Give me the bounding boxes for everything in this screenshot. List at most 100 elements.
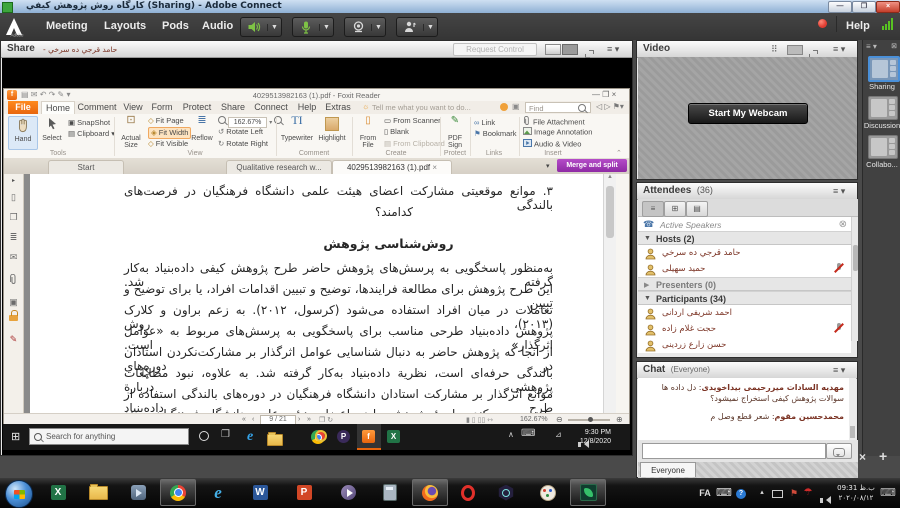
tray-chevron-icon[interactable]: ∧	[508, 430, 514, 439]
zoom-control[interactable]: 162.67% ▾	[218, 116, 283, 128]
first-page-icon[interactable]: «	[242, 416, 246, 423]
hosts-collapse-icon[interactable]: ▼	[644, 235, 651, 242]
edge-icon[interactable]: e	[247, 426, 253, 448]
find-nav-icons[interactable]: ◁ ▷ ⚑▾	[596, 102, 624, 111]
typewriter-button[interactable]: TI Typewriter	[280, 114, 314, 148]
find-search-icon[interactable]	[578, 104, 586, 112]
blank-button[interactable]: ▯ Blank	[384, 127, 409, 137]
hand-tool-button[interactable]: Hand	[8, 116, 38, 150]
chat-scrollbar[interactable]	[849, 378, 856, 440]
fit-visible-button[interactable]: ◇ Fit Visible	[148, 139, 188, 149]
zoom-out-button[interactable]: ⊖	[556, 415, 563, 424]
mic-button[interactable]: ▼	[292, 17, 334, 37]
share-view2-icon[interactable]	[562, 44, 578, 55]
chat-scroll-thumb[interactable]	[850, 426, 855, 438]
link-button[interactable]: ∞ Link	[474, 118, 495, 128]
merge-split-banner[interactable]: Merge and split PDFs	[557, 159, 627, 182]
inner-network-icon[interactable]: ⊿	[555, 430, 562, 439]
attendee-row[interactable]: حمید سهیلی	[638, 261, 851, 277]
camera-icon[interactable]: ▣	[512, 102, 520, 111]
zoom-value[interactable]: 162.67%	[228, 116, 268, 128]
attendee-status-view-button[interactable]: ▤	[686, 201, 708, 217]
doc-tab-qualitative[interactable]: Qualitative research w...	[226, 160, 332, 175]
video-grid-icon[interactable]: ⠿	[771, 44, 778, 55]
video-pod-menu-icon[interactable]: ≡ ▾	[833, 44, 845, 55]
attendees-scrollbar[interactable]	[851, 217, 858, 341]
start-button[interactable]	[5, 480, 33, 508]
next-page-icon[interactable]: ›	[298, 416, 300, 423]
inner-start-icon[interactable]: ⊞	[11, 430, 20, 443]
add-pod-icon[interactable]: +	[879, 448, 887, 464]
tab-connect[interactable]: Connect	[249, 101, 293, 114]
p-app-icon[interactable]: P	[337, 430, 350, 443]
prev-page-icon[interactable]: ‹	[252, 416, 254, 423]
fit-page-button[interactable]: ◇ Fit Page	[148, 116, 184, 126]
find-box[interactable]: Find	[525, 102, 591, 113]
file-attachment-button[interactable]: File Attachment	[523, 115, 585, 126]
zoom-slider-thumb[interactable]	[588, 417, 593, 422]
layouts-menu-icon[interactable]: ≡ ▾	[866, 42, 877, 51]
layout-sharing-thumb[interactable]	[868, 56, 900, 82]
images-panel-icon[interactable]: ▣	[4, 297, 23, 308]
reflow-button[interactable]: ≣ Reflow	[190, 115, 214, 148]
presenters-group-header[interactable]: ▶ Presenters (0)	[638, 277, 851, 291]
inner-foxit-taskbar-item[interactable]: f	[357, 424, 381, 450]
menu-meeting[interactable]: Meeting	[46, 13, 88, 40]
webcam-caret-icon[interactable]: ▼	[371, 23, 385, 31]
rotate-right-button[interactable]: ↻ Rotate Right	[218, 139, 268, 149]
doc-tab-start[interactable]: Start	[48, 160, 124, 175]
taskbar-powerpoint-icon[interactable]: P	[286, 479, 322, 506]
image-annotation-button[interactable]: Image Annotation	[523, 127, 592, 137]
tray-window-icon[interactable]	[772, 490, 783, 498]
taskbar-chrome-icon[interactable]	[160, 479, 196, 506]
taskbar-nox-icon[interactable]	[488, 479, 524, 506]
doc-tab-close-icon[interactable]: ×	[432, 163, 437, 172]
layout-discussion-label[interactable]: Discussion	[863, 121, 900, 130]
tray-language[interactable]: FA	[696, 478, 714, 508]
highlight-button[interactable]: Highlight	[316, 116, 348, 148]
tray-speaker-icon[interactable]	[820, 496, 831, 504]
from-scanner-button[interactable]: ▭ From Scanner	[384, 116, 441, 126]
doc-tab-active[interactable]: 4029513982163 (1).pdf ×	[332, 160, 452, 175]
snap-orange-icon[interactable]	[500, 103, 508, 111]
tab-home[interactable]: Home	[41, 101, 75, 115]
view-mode-icons[interactable]: ▮ ▯ ▯▯ ⇿	[466, 416, 493, 424]
comments-panel-icon[interactable]: ✉	[4, 252, 23, 263]
share-pod-menu-icon[interactable]: ≡ ▾	[607, 44, 619, 55]
taskbar-kmplayer-icon[interactable]	[330, 479, 366, 506]
explorer-icon[interactable]	[267, 432, 283, 446]
tray-help-icon[interactable]: ?	[736, 489, 746, 499]
taskbar-clock[interactable]: 09:31 ب.ظ ۲۰۲۰/۰۸/۱۲	[834, 483, 878, 503]
tab-share[interactable]: Share	[217, 101, 249, 114]
tray-flag-icon[interactable]: ⚑	[788, 478, 800, 508]
pdf-sign-button[interactable]: ✎ PDF Sign	[443, 116, 467, 150]
speaker-caret-icon[interactable]: ▼	[267, 23, 281, 31]
scroll-thumb[interactable]	[606, 186, 614, 238]
tray-keyboard-icon[interactable]: ⌨	[716, 478, 732, 508]
layout-collaboration-thumb[interactable]	[868, 135, 898, 159]
attachments-panel-icon[interactable]	[4, 272, 23, 290]
tray-expand-icon[interactable]: ▴	[756, 478, 768, 508]
inner-excel-icon[interactable]: X	[387, 430, 400, 443]
maximize-button[interactable]: ❐	[852, 1, 876, 13]
from-clipboard-button[interactable]: ▤ From Clipboard	[384, 139, 445, 149]
speaker-button[interactable]: ▼	[240, 17, 282, 37]
tray-grid-icon[interactable]: ⌨	[880, 478, 896, 508]
taskbar-connect-icon[interactable]	[570, 479, 606, 506]
active-speakers-close-icon[interactable]: ⊗	[839, 219, 847, 230]
close-button[interactable]: ×	[876, 1, 900, 13]
chat-tab-everyone[interactable]: Everyone	[640, 462, 696, 477]
tray-antivirus-icon[interactable]: ☂	[802, 478, 814, 508]
taskbar-explorer-icon[interactable]	[80, 479, 116, 506]
attendee-row[interactable]: احمد شریفی اردانی	[638, 305, 851, 321]
webcam-button[interactable]: ▼	[344, 17, 386, 37]
tab-view[interactable]: View	[119, 101, 147, 114]
status-button[interactable]: ▼	[396, 17, 438, 37]
tell-me-box[interactable]: Tell me what you want to do...	[372, 103, 471, 112]
tab-comment[interactable]: Comment	[75, 101, 119, 114]
bookmarks-panel-icon[interactable]: ▯	[4, 192, 23, 203]
foxit-window-buttons[interactable]: — ❐ ×	[592, 90, 616, 99]
from-file-button[interactable]: ▯ From File	[355, 116, 381, 150]
cortana-icon[interactable]	[199, 431, 209, 441]
taskbar-ie-icon[interactable]: e	[200, 479, 236, 506]
